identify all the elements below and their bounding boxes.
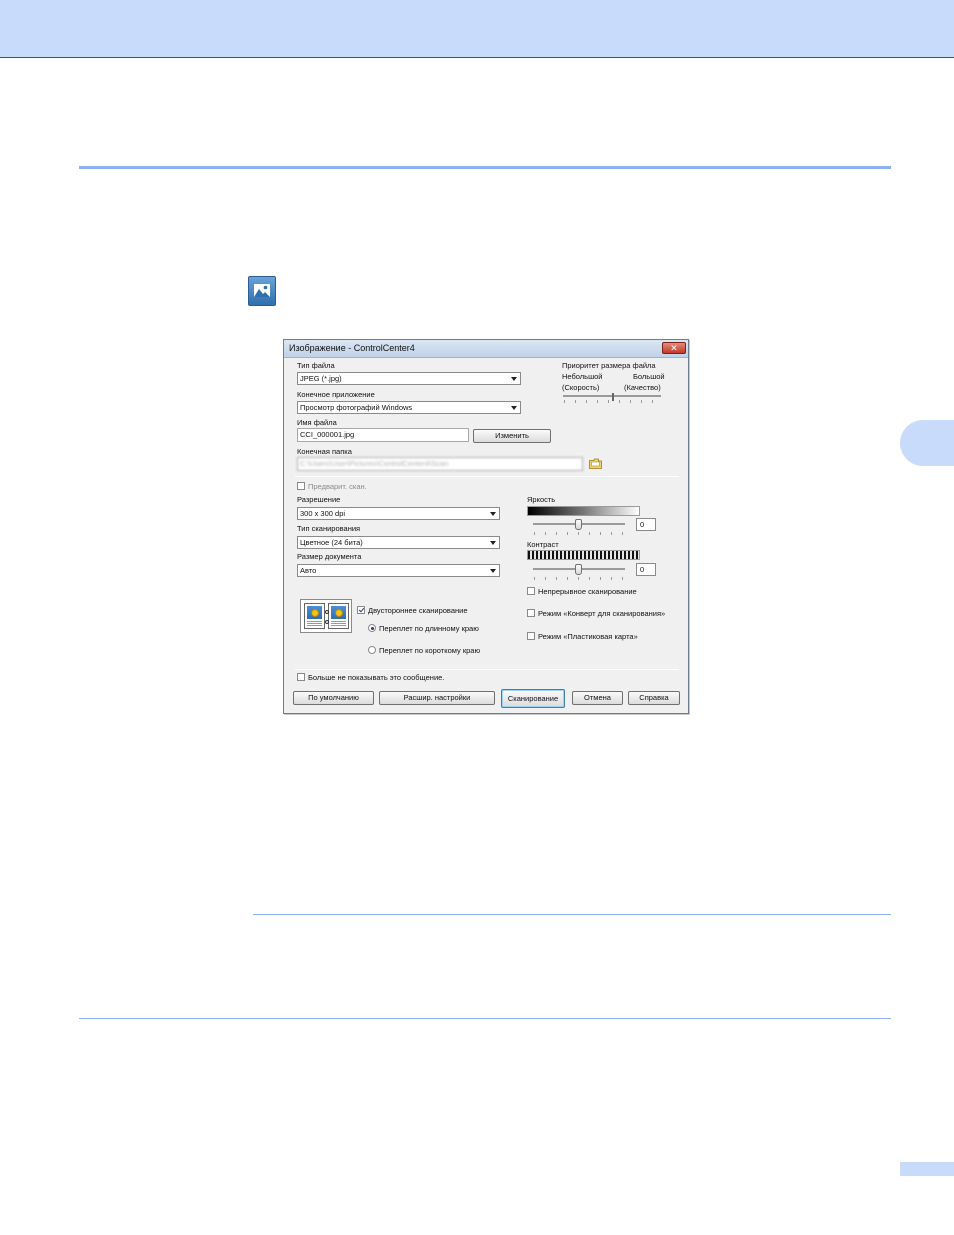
dialog-title: Изображение - ControlCenter4 <box>289 343 415 353</box>
long-edge-label: Переплет по длинному краю <box>379 624 479 633</box>
dest-folder-field[interactable]: C:\Users\User\Pictures\ControlCenter4\Sc… <box>297 457 583 471</box>
dont-show-checkbox[interactable] <box>297 673 305 681</box>
short-edge-radio[interactable] <box>368 646 376 654</box>
continuous-scan-label: Непрерывное сканирование <box>538 587 637 596</box>
brightness-thumb[interactable] <box>575 519 582 530</box>
dont-show-label: Больше не показывать это сообщение. <box>308 673 445 682</box>
plastic-card-checkbox[interactable] <box>527 632 535 640</box>
help-button[interactable]: Справка <box>628 691 680 705</box>
continuous-scan-checkbox[interactable] <box>527 587 535 595</box>
title-bar: Изображение - ControlCenter4 ✕ <box>284 340 688 358</box>
contrast-pattern <box>527 550 640 560</box>
size-large-note: (Качество) <box>624 383 661 392</box>
chevron-down-icon <box>490 569 496 573</box>
scan-type-value: Цветное (24 бита) <box>300 538 363 547</box>
file-type-select[interactable]: JPEG (*.jpg) <box>297 372 521 385</box>
resolution-select[interactable]: 300 x 300 dpi <box>297 507 500 520</box>
cancel-button[interactable]: Отмена <box>572 691 623 705</box>
target-app-label: Конечное приложение <box>297 390 375 399</box>
file-type-value: JPEG (*.jpg) <box>300 374 342 383</box>
doc-size-select[interactable]: Авто <box>297 564 500 577</box>
image-icon[interactable] <box>248 276 276 306</box>
advanced-settings-button[interactable]: Расшир. настройки <box>379 691 495 705</box>
scan-type-label: Тип сканирования <box>297 524 361 533</box>
duplex-page-back <box>328 603 349 629</box>
envelope-mode-checkbox[interactable] <box>527 609 535 617</box>
brightness-gradient <box>527 506 640 516</box>
binding-ring-icon <box>325 610 329 614</box>
duplex-label: Двустороннее сканирование <box>368 606 468 615</box>
target-app-select[interactable]: Просмотр фотографий Windows <box>297 401 521 414</box>
close-icon[interactable]: ✕ <box>662 342 686 354</box>
brightness-value-field[interactable]: 0 <box>636 518 656 531</box>
duplex-page-front <box>304 603 325 629</box>
section-rule <box>79 166 891 169</box>
brightness-ticks <box>534 532 625 535</box>
chevron-down-icon <box>511 406 517 410</box>
change-filename-button[interactable]: Изменить <box>473 429 551 443</box>
separator <box>295 669 679 670</box>
scan-settings-dialog: Изображение - ControlCenter4 ✕ Тип файла… <box>283 339 689 714</box>
duplex-checkbox[interactable] <box>357 606 365 614</box>
folder-icon[interactable] <box>589 458 602 469</box>
default-button[interactable]: По умолчанию <box>293 691 374 705</box>
prescan-checkbox[interactable] <box>297 482 305 490</box>
chapter-tab <box>900 420 954 466</box>
chevron-down-icon <box>490 512 496 516</box>
plastic-card-label: Режим «Пластиковая карта» <box>538 632 638 641</box>
size-large-label: Большой <box>633 372 665 381</box>
footer-rule <box>79 1018 891 1019</box>
chevron-down-icon <box>511 377 517 381</box>
target-app-value: Просмотр фотографий Windows <box>300 403 413 412</box>
chevron-down-icon <box>490 541 496 545</box>
envelope-mode-label: Режим «Конверт для сканирования» <box>538 609 666 618</box>
size-priority-label: Приоритет размера файла <box>562 361 656 370</box>
resolution-value: 300 x 300 dpi <box>300 509 346 518</box>
prescan-label: Предварит. скан. <box>308 482 367 491</box>
scan-button[interactable]: Сканирование <box>501 689 565 708</box>
file-name-field[interactable]: CCI_000001.jpg <box>297 428 469 442</box>
dest-folder-label: Конечная папка <box>297 447 352 456</box>
contrast-ticks <box>534 577 625 580</box>
size-small-note: (Скорость) <box>562 383 600 392</box>
contrast-label: Контраст <box>527 540 559 549</box>
file-type-label: Тип файла <box>297 361 335 370</box>
binding-ring-icon <box>325 620 329 624</box>
doc-size-value: Авто <box>300 566 317 575</box>
contrast-thumb[interactable] <box>575 564 582 575</box>
brightness-label: Яркость <box>527 495 556 504</box>
file-name-label: Имя файла <box>297 418 337 427</box>
resolution-label: Разрешение <box>297 495 341 504</box>
duplex-illustration <box>300 599 352 633</box>
doc-size-label: Размер документа <box>297 552 362 561</box>
short-edge-label: Переплет по короткому краю <box>379 646 481 655</box>
contrast-value-field[interactable]: 0 <box>636 563 656 576</box>
note-rule <box>253 914 891 915</box>
separator <box>295 476 679 477</box>
size-priority-ticks <box>564 400 661 403</box>
header-band <box>0 0 954 58</box>
size-small-label: Небольшой <box>562 372 603 381</box>
page-number-tab <box>900 1162 954 1176</box>
long-edge-radio[interactable] <box>368 624 376 632</box>
scan-type-select[interactable]: Цветное (24 бита) <box>297 536 500 549</box>
